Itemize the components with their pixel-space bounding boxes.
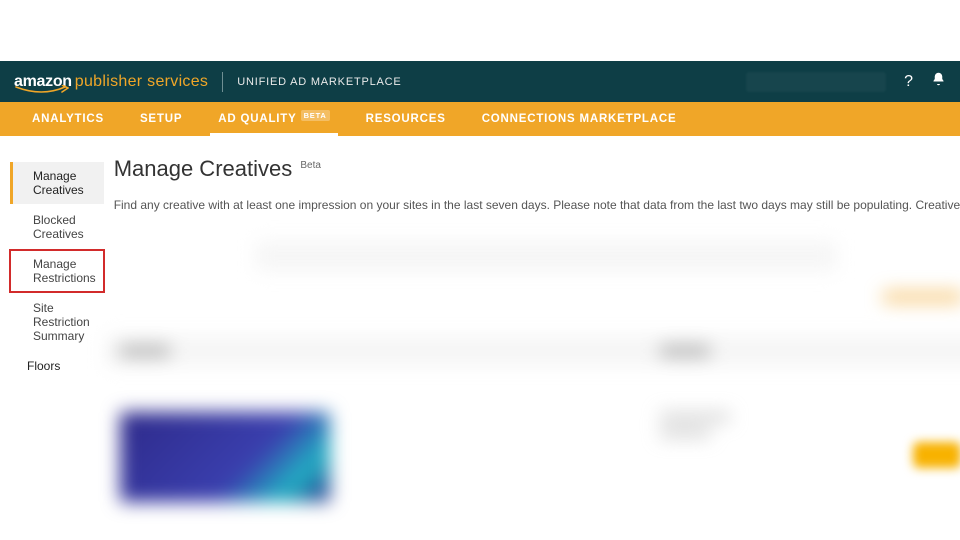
creative-thumbnail-blurred[interactable]: [120, 412, 330, 502]
sidebar-item-manage-creatives[interactable]: Manage Creatives: [10, 162, 104, 204]
column-header-blurred: [660, 345, 710, 357]
sidebar-item-floors[interactable]: Floors: [10, 352, 104, 380]
sidebar-item-label: Manage Restrictions: [33, 257, 96, 285]
page-title: Manage Creatives Beta: [114, 156, 960, 182]
action-button-blurred[interactable]: [913, 442, 960, 468]
brand-rest-label: publisher services: [75, 73, 208, 91]
sidebar: Manage Creatives Blocked Creatives Manag…: [0, 136, 106, 502]
main-layout: Manage Creatives Blocked Creatives Manag…: [0, 136, 960, 502]
notifications-icon[interactable]: [931, 71, 946, 92]
search-input-blurred[interactable]: [256, 242, 836, 270]
action-link-blurred[interactable]: [883, 291, 960, 303]
nav-label: SETUP: [140, 113, 182, 125]
column-header-blurred: [120, 345, 170, 357]
nav-badge: BETA: [301, 110, 330, 121]
content-area: Manage Creatives Beta Find any creative …: [106, 136, 960, 502]
nav-label: CONNECTIONS MARKETPLACE: [482, 113, 677, 125]
sidebar-item-label: Floors: [27, 359, 60, 373]
nav-analytics[interactable]: ANALYTICS: [14, 102, 122, 136]
nav-resources[interactable]: RESOURCES: [348, 102, 464, 136]
page-title-text: Manage Creatives: [114, 156, 293, 181]
nav-label: RESOURCES: [366, 113, 446, 125]
blurred-content: [106, 242, 960, 502]
nav-setup[interactable]: SETUP: [122, 102, 200, 136]
brand-amazon-text: amazon: [14, 73, 72, 91]
sidebar-item-label: Site Restriction Summary: [33, 301, 90, 343]
sidebar-item-label: Manage Creatives: [33, 169, 84, 197]
header-right-group: ?: [746, 71, 946, 92]
account-menu-blurred[interactable]: [746, 72, 886, 92]
brand-logo[interactable]: amazon publisher services: [14, 73, 208, 91]
nav-label: ANALYTICS: [32, 113, 104, 125]
top-spacer: [0, 0, 960, 61]
amazon-smile-icon: [15, 85, 69, 95]
app-title: UNIFIED AD MARKETPLACE: [237, 76, 401, 88]
nav-bar: ANALYTICS SETUP AD QUALITY BETA RESOURCE…: [0, 102, 960, 136]
page-title-badge: Beta: [300, 160, 321, 171]
sidebar-item-label: Blocked Creatives: [33, 213, 84, 241]
text-line-blurred: [660, 412, 730, 422]
sidebar-item-manage-restrictions[interactable]: Manage Restrictions: [10, 250, 104, 292]
text-line-blurred: [660, 428, 710, 438]
help-icon[interactable]: ?: [904, 73, 913, 91]
sidebar-item-site-restriction-summary[interactable]: Site Restriction Summary: [10, 294, 104, 350]
page-description: Find any creative with at least one impr…: [114, 196, 960, 214]
sidebar-item-blocked-creatives[interactable]: Blocked Creatives: [10, 206, 104, 248]
nav-ad-quality[interactable]: AD QUALITY BETA: [200, 102, 347, 136]
brand-divider: [222, 72, 223, 92]
nav-connections-marketplace[interactable]: CONNECTIONS MARKETPLACE: [464, 102, 695, 136]
header-bar: amazon publisher services UNIFIED AD MAR…: [0, 61, 960, 102]
nav-label: AD QUALITY: [218, 113, 296, 125]
